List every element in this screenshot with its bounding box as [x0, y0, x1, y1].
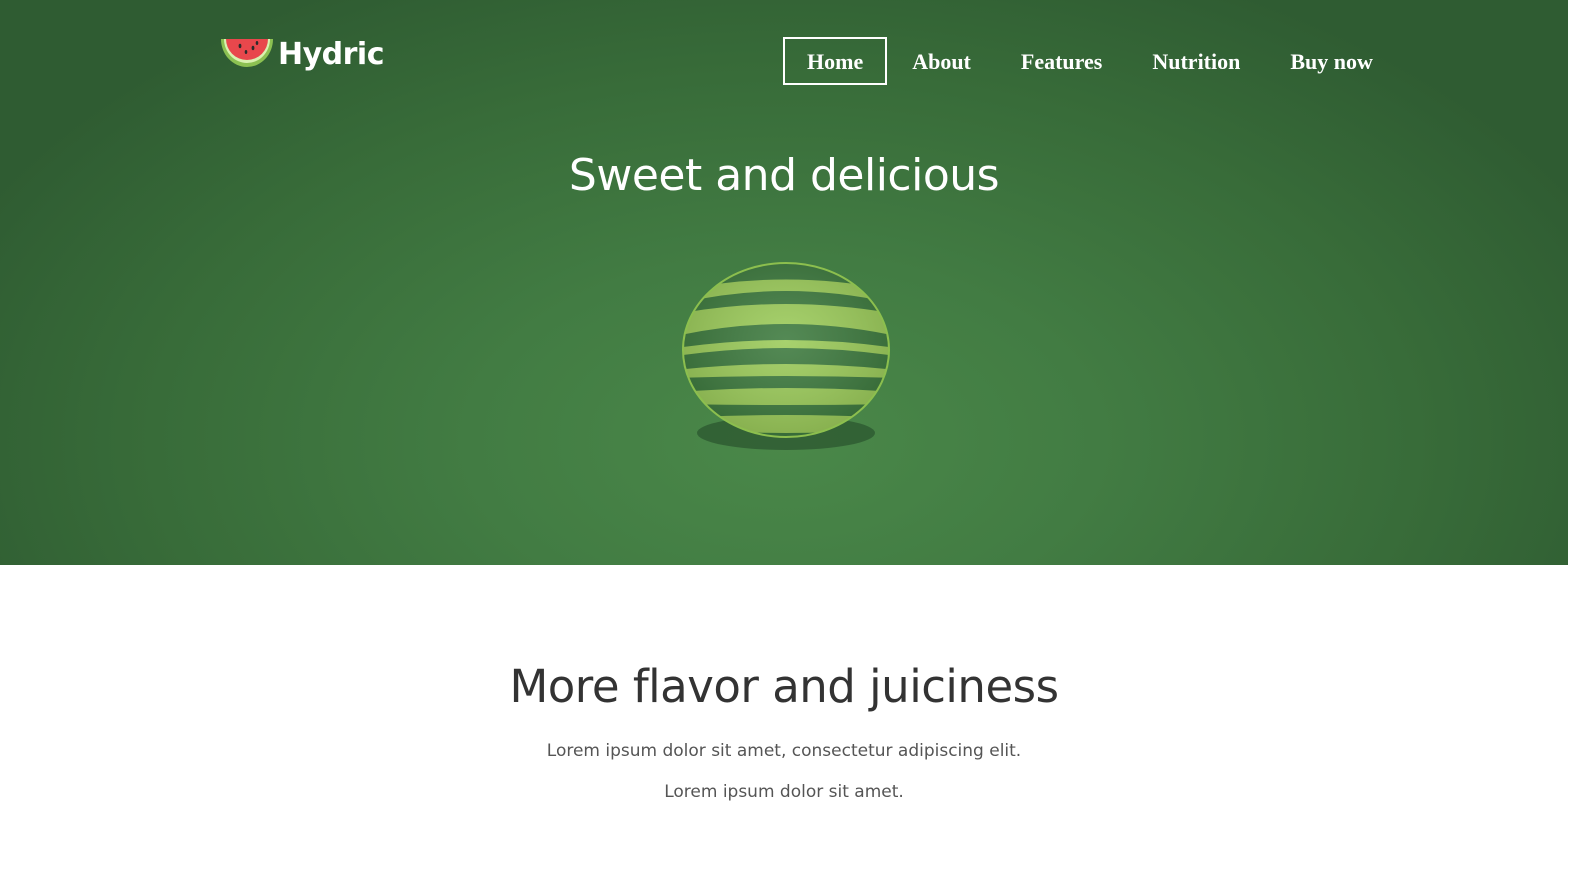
- brand-logo[interactable]: Hydric: [220, 34, 385, 74]
- nav-nutrition[interactable]: Nutrition: [1127, 37, 1265, 85]
- hero-title: Sweet and delicious: [568, 150, 1000, 201]
- nav-home[interactable]: Home: [783, 37, 888, 85]
- section-text-line: Lorem ipsum dolor sit amet.: [664, 782, 904, 802]
- nav-buy-now[interactable]: Buy now: [1265, 37, 1398, 85]
- section-title: More flavor and juiciness: [509, 660, 1059, 713]
- watermelon-illustration: [682, 262, 890, 450]
- section-text-line: Lorem ipsum dolor sit amet, consectetur …: [546, 741, 1022, 761]
- nav-features[interactable]: Features: [996, 37, 1127, 85]
- main-nav: Home About Features Nutrition Buy now: [783, 37, 1398, 85]
- hero-section: Hydric Home About Features Nutrition Buy…: [0, 0, 1568, 565]
- watermelon-slice-icon: [221, 39, 273, 67]
- nav-about[interactable]: About: [887, 37, 996, 85]
- brand-name: Hydric: [278, 36, 385, 72]
